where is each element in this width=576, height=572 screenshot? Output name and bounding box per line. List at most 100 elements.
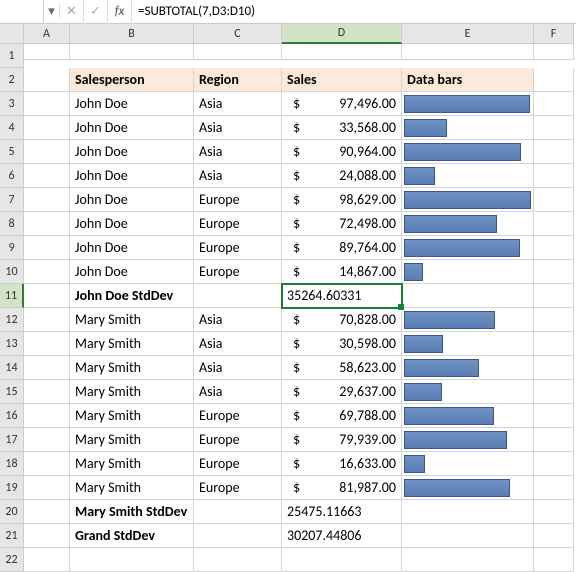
cell-databar[interactable] — [402, 116, 534, 140]
cell[interactable] — [534, 260, 574, 284]
cell-salesperson[interactable]: Mary Smith — [70, 428, 194, 452]
cell-databar[interactable] — [402, 260, 534, 284]
row-header-5[interactable]: 5 — [0, 140, 24, 164]
cell[interactable] — [534, 524, 574, 548]
cell-stddev-value[interactable]: 30207.44806 — [282, 524, 402, 548]
cell-salesperson[interactable]: John Doe — [70, 260, 194, 284]
cell[interactable] — [24, 44, 70, 60]
cell-salesperson[interactable]: John Doe — [70, 212, 194, 236]
cell-databar[interactable] — [402, 476, 534, 500]
cell[interactable] — [24, 140, 70, 164]
cell[interactable] — [24, 212, 70, 236]
row-header-7[interactable]: 7 — [0, 188, 24, 212]
row-header-13[interactable]: 13 — [0, 332, 24, 356]
cell[interactable] — [534, 92, 574, 116]
row-header-17[interactable]: 17 — [0, 428, 24, 452]
cell[interactable] — [534, 308, 574, 332]
row-header-10[interactable]: 10 — [0, 260, 24, 284]
cell[interactable] — [24, 500, 70, 524]
cell-region[interactable]: Asia — [194, 92, 282, 116]
cell-salesperson[interactable]: Mary Smith — [70, 404, 194, 428]
cell[interactable] — [534, 164, 574, 188]
cell[interactable] — [534, 212, 574, 236]
cell-sales[interactable]: $58,623.00 — [282, 356, 402, 380]
cell-stddev-value[interactable]: 35264.60331 — [282, 284, 402, 308]
cell[interactable] — [70, 548, 194, 572]
cell[interactable] — [194, 524, 282, 548]
cell-databar[interactable] — [402, 140, 534, 164]
row-header-20[interactable]: 20 — [0, 500, 24, 524]
cell-sales[interactable]: $33,568.00 — [282, 116, 402, 140]
cell-region[interactable]: Asia — [194, 356, 282, 380]
cell-salesperson[interactable]: Mary Smith — [70, 476, 194, 500]
cell-salesperson[interactable]: Mary Smith — [70, 356, 194, 380]
cell-salesperson[interactable]: Mary Smith — [70, 332, 194, 356]
col-header-E[interactable]: E — [402, 24, 534, 44]
cell-sales[interactable]: $97,496.00 — [282, 92, 402, 116]
cell-region[interactable]: Asia — [194, 380, 282, 404]
cell[interactable] — [534, 140, 574, 164]
cell-sales[interactable]: $79,939.00 — [282, 428, 402, 452]
cell[interactable] — [194, 284, 282, 308]
row-header-16[interactable]: 16 — [0, 404, 24, 428]
cell-databar[interactable] — [402, 356, 534, 380]
spreadsheet-grid[interactable]: ABCDEF12SalespersonRegionSalesData bars3… — [0, 24, 576, 572]
cell[interactable] — [282, 548, 402, 572]
cell[interactable] — [24, 476, 70, 500]
cell-region[interactable]: Europe — [194, 476, 282, 500]
row-header-3[interactable]: 3 — [0, 92, 24, 116]
cell[interactable] — [534, 548, 574, 572]
cell-region[interactable]: Asia — [194, 140, 282, 164]
name-box-dropdown-icon[interactable]: ▾ — [44, 4, 60, 19]
cell-sales[interactable]: $70,828.00 — [282, 308, 402, 332]
cell-region[interactable]: Europe — [194, 404, 282, 428]
row-header-19[interactable]: 19 — [0, 476, 24, 500]
cell-salesperson[interactable]: Mary Smith — [70, 380, 194, 404]
cell-databar[interactable] — [402, 332, 534, 356]
cell-sales[interactable]: $14,867.00 — [282, 260, 402, 284]
cell-salesperson[interactable]: John Doe — [70, 116, 194, 140]
cell-databar[interactable] — [402, 92, 534, 116]
header-salesperson[interactable]: Salesperson — [70, 68, 194, 92]
cell-salesperson[interactable]: Mary Smith — [70, 308, 194, 332]
col-header-C[interactable]: C — [194, 24, 282, 44]
row-header-21[interactable]: 21 — [0, 524, 24, 548]
cell[interactable] — [24, 284, 70, 308]
cell-region[interactable]: Asia — [194, 164, 282, 188]
formula-input[interactable]: =SUBTOTAL(7,D3:D10) — [132, 4, 576, 19]
cell-region[interactable]: Europe — [194, 452, 282, 476]
cell-region[interactable]: Europe — [194, 260, 282, 284]
cell-region[interactable]: Europe — [194, 188, 282, 212]
cell-region[interactable]: Europe — [194, 212, 282, 236]
cell[interactable] — [194, 44, 282, 60]
cell[interactable] — [534, 44, 574, 60]
cell-databar[interactable] — [402, 212, 534, 236]
fill-handle[interactable] — [398, 304, 404, 310]
cell[interactable] — [402, 284, 534, 308]
cell[interactable] — [24, 92, 70, 116]
cell[interactable] — [194, 548, 282, 572]
cell-sales[interactable]: $72,498.00 — [282, 212, 402, 236]
cell[interactable] — [24, 68, 70, 92]
cell-databar[interactable] — [402, 452, 534, 476]
cell-region[interactable]: Asia — [194, 308, 282, 332]
col-header-D[interactable]: D — [282, 24, 402, 44]
row-header-4[interactable]: 4 — [0, 116, 24, 140]
cell-salesperson[interactable]: John Doe — [70, 92, 194, 116]
cell-sales[interactable]: $30,598.00 — [282, 332, 402, 356]
cell-sales[interactable]: $69,788.00 — [282, 404, 402, 428]
row-header-1[interactable]: 1 — [0, 44, 24, 68]
cell-databar[interactable] — [402, 236, 534, 260]
cell[interactable] — [24, 404, 70, 428]
cell[interactable] — [24, 548, 70, 572]
cell[interactable] — [24, 260, 70, 284]
row-header-11[interactable]: 11 — [0, 284, 24, 308]
cell-databar[interactable] — [402, 164, 534, 188]
cell[interactable] — [534, 452, 574, 476]
row-header-2[interactable]: 2 — [0, 68, 24, 92]
cell[interactable] — [402, 548, 534, 572]
cell[interactable] — [24, 116, 70, 140]
cell[interactable] — [24, 164, 70, 188]
cell[interactable] — [24, 524, 70, 548]
cell[interactable] — [534, 356, 574, 380]
